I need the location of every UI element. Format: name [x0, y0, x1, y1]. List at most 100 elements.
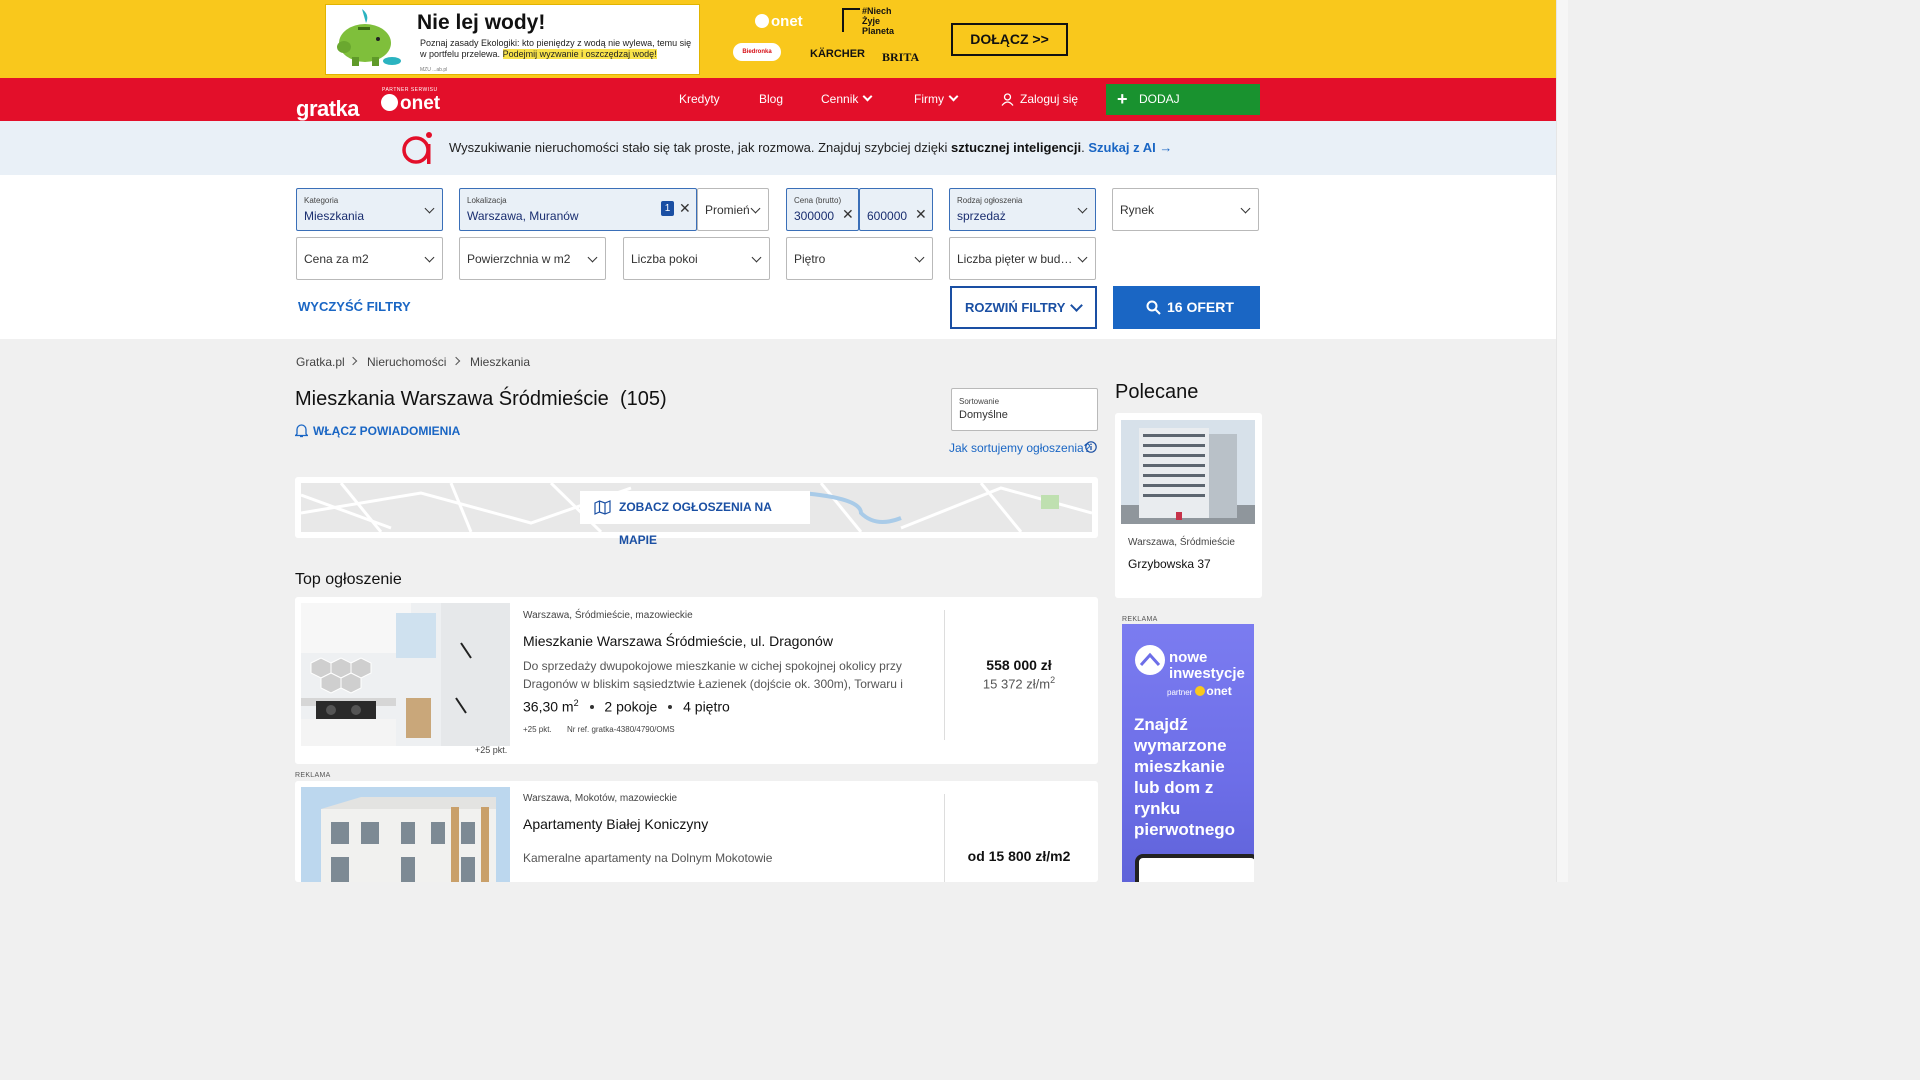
expand-filters-button[interactable]: ROZWIŃ FILTRY	[950, 286, 1097, 329]
listing-photo[interactable]	[301, 603, 510, 746]
listing-price-per-m2: 15 372 zł/m2	[982, 675, 1056, 692]
chevron-down-icon	[424, 203, 435, 214]
building-floors-placeholder: Liczba pięter w budynku	[957, 252, 1075, 266]
listing-photo[interactable]	[301, 787, 510, 882]
chevron-down-icon	[587, 252, 598, 263]
offer-type-select[interactable]: Rodzaj ogłoszenia sprzedaż	[949, 188, 1096, 231]
market-select[interactable]: Rynek	[1112, 188, 1259, 231]
top-ad-banner[interactable]: Nie lej wody! Poznaj zasady Ekologiki: k…	[0, 0, 1556, 78]
chevron-down-icon	[751, 252, 762, 263]
price-to-field[interactable]: 600000 ✕	[859, 188, 933, 231]
listing-area: 36,30 m	[523, 698, 574, 715]
category-value: Mieszkania	[304, 209, 365, 223]
breadcrumb-item-nieruchomosci[interactable]: Nieruchomości	[367, 355, 446, 369]
chevron-down-icon	[914, 252, 925, 263]
location-label: Lokalizacja	[467, 196, 507, 205]
listing-params: 36,30 m2 2 pokoje 4 piętro	[523, 698, 730, 715]
recommended-name[interactable]: Grzybowska 37	[1128, 557, 1211, 571]
price-from-field[interactable]: Cena (brutto) 300000 ✕	[786, 188, 859, 231]
recommended-photo[interactable]	[1121, 420, 1255, 524]
ad-creative[interactable]: Nie lej wody! Poznaj zasady Ekologiki: k…	[325, 4, 700, 75]
ad-title: Nie lej wody!	[417, 11, 546, 34]
category-label: Kategoria	[304, 196, 339, 205]
area-select[interactable]: Powierzchnia w m2	[459, 237, 606, 280]
chevron-right-icon	[451, 356, 461, 366]
area-placeholder: Powierzchnia w m2	[467, 252, 571, 266]
radius-placeholder: Promień	[705, 203, 750, 217]
login-link[interactable]: Zaloguj się	[1001, 92, 1078, 106]
photo-points-label: +25 pkt.	[475, 745, 508, 755]
chevron-down-icon	[1077, 252, 1088, 263]
category-select[interactable]: Kategoria Mieszkania	[296, 188, 443, 231]
nav-link-cennik[interactable]: Cennik	[821, 91, 873, 106]
listing-ref: Nr ref. gratka-4380/4790/OMS	[567, 725, 675, 734]
clear-filters-link[interactable]: WYCZYŚĆ FILTRY	[298, 299, 411, 314]
gratka-logo[interactable]: gratka	[296, 96, 360, 122]
filters-panel	[0, 175, 1556, 339]
listing-title[interactable]: Apartamenty Białej Koniczyny	[523, 816, 708, 832]
radius-select[interactable]: Promień	[697, 188, 769, 231]
results-count: (105)	[619, 388, 667, 410]
rooms-select[interactable]: Liczba pokoi	[623, 237, 770, 280]
clear-price-from-icon[interactable]: ✕	[842, 206, 854, 223]
listing-points: +25 pkt.	[523, 725, 552, 734]
chevron-down-icon	[862, 91, 873, 102]
listing-location: Warszawa, Śródmieście, mazowieckie	[523, 610, 693, 621]
clear-location-icon[interactable]: ✕	[679, 200, 691, 217]
nowe-inwestycje-logo-icon	[1135, 645, 1165, 675]
top-listing-heading: Top ogłoszenie	[295, 571, 402, 588]
add-listing-button[interactable]: +DODAJ OGŁOSZENIE	[1106, 84, 1260, 137]
onet-logo: onet	[755, 13, 803, 30]
sort-help-link[interactable]: Jak sortujemy ogłoszenia?	[949, 441, 1090, 455]
nav-link-firmy[interactable]: Firmy	[914, 91, 959, 106]
sort-label: Sortowanie	[959, 397, 1000, 406]
onet-partner-logo[interactable]: onet	[381, 93, 440, 115]
bell-icon	[295, 424, 308, 438]
ai-search-link[interactable]: Szukaj z AI →	[1088, 140, 1172, 155]
listing-price: 558 000 zł	[986, 657, 1052, 673]
chevron-down-icon	[1240, 203, 1251, 214]
price-to-value: 600000	[867, 209, 908, 223]
floor-placeholder: Piętro	[794, 252, 826, 266]
plus-icon: +	[1117, 89, 1128, 109]
recommended-location: Warszawa, Śródmieście	[1128, 537, 1235, 548]
floor-select[interactable]: Piętro	[786, 237, 933, 280]
chevron-down-icon	[1077, 203, 1088, 214]
info-icon[interactable]	[1085, 441, 1097, 453]
breadcrumb-item-gratka[interactable]: Gratka.pl	[296, 355, 345, 369]
nav-link-kredyty[interactable]: Kredyty	[679, 92, 720, 106]
piggy-bank-icon	[337, 9, 401, 66]
ad-label: REKLAMA	[295, 772, 331, 779]
nav-link-blog[interactable]: Blog	[759, 92, 783, 106]
breadcrumb-item-mieszkania[interactable]: Mieszkania	[470, 355, 530, 369]
chevron-down-icon	[1070, 299, 1083, 312]
page-scrollbar[interactable]	[1556, 0, 1568, 882]
search-offers-button[interactable]: 16 OFERT	[1113, 286, 1260, 329]
search-icon	[1146, 300, 1161, 315]
ad-footnote: MZU ...ab.pl	[420, 67, 448, 73]
listing-title[interactable]: Mieszkanie Warszawa Śródmieście, ul. Dra…	[523, 633, 833, 649]
enable-notifications-link[interactable]: WŁĄCZ POWIADOMIENIA	[313, 424, 460, 438]
listing-floor: 4 piętro	[683, 698, 730, 715]
divider	[944, 794, 945, 882]
ai-banner-text: Wyszukiwanie nieruchomości stało się tak…	[449, 140, 1173, 155]
ai-text-bold: sztucznej inteligencji	[951, 140, 1082, 155]
sidebar-ad-brand: nowe inwestycje	[1169, 649, 1245, 682]
chevron-right-icon	[348, 356, 358, 366]
show-map-button[interactable]: ZOBACZ OGŁOSZENIA NA MAPIE	[580, 491, 810, 547]
location-value: Warszawa, Muranów	[467, 209, 579, 223]
page-title-text: Mieszkania Warszawa Śródmieście	[295, 388, 609, 410]
niech-zyje-planeta-logo: #Niech Żyje Planeta	[840, 6, 910, 36]
clear-price-to-icon[interactable]: ✕	[915, 206, 927, 223]
chevron-down-icon	[750, 203, 761, 214]
building-floors-select[interactable]: Liczba pięter w budynku	[949, 237, 1096, 280]
page-title: Mieszkania Warszawa Śródmieście (105)	[295, 388, 667, 411]
sort-select[interactable]: Sortowanie Domyślne	[951, 388, 1098, 431]
offer-type-value: sprzedaż	[957, 209, 1006, 223]
ad-join-button[interactable]: DOŁĄCZ >>	[951, 23, 1068, 56]
ad-text: Poznaj zasady Ekologiki: kto pieniędzy z…	[420, 38, 695, 60]
price-m2-select[interactable]: Cena za m2	[296, 237, 443, 280]
listing-price: od 15 800 zł/m2	[967, 848, 1071, 864]
price-from-value: 300000	[794, 209, 835, 223]
sidebar-ad[interactable]: nowe inwestycje partner onet Znajdź wymar…	[1122, 624, 1254, 882]
